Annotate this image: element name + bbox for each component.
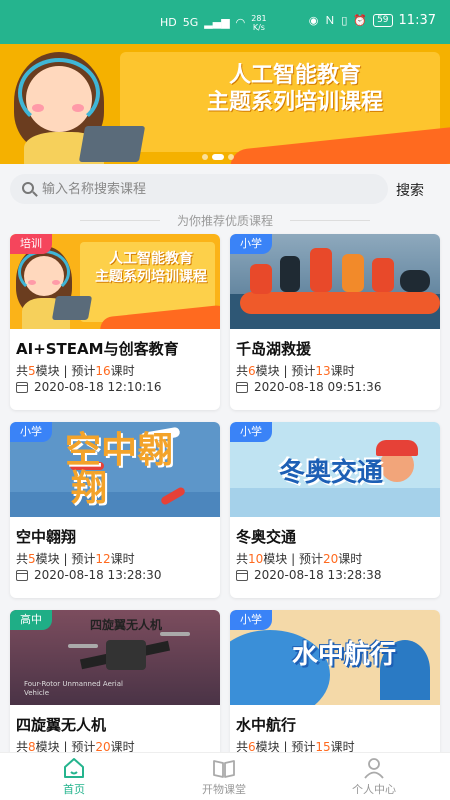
course-tag: 培训 — [10, 234, 52, 254]
banner-title-line1: 人工智能教育 — [228, 63, 361, 88]
course-name: 水中航行 — [236, 716, 297, 734]
book-icon — [213, 760, 235, 778]
course-tag: 小学 — [230, 234, 272, 254]
carousel-dots — [202, 154, 234, 160]
course-tag: 高中 — [10, 610, 52, 630]
course-tag: 小学 — [230, 610, 272, 630]
vibrate-icon: ▯ — [341, 13, 348, 27]
course-date: 2020-08-18 13:28:38 — [236, 568, 381, 582]
course-tag: 小学 — [10, 422, 52, 442]
calendar-icon — [236, 569, 248, 581]
course-date-text: 2020-08-18 13:28:38 — [254, 568, 382, 582]
course-name: 千岛湖救援 — [236, 340, 312, 358]
thumb-text-line2: 主题系列培训课程 — [95, 269, 207, 285]
thumb-text-line1: 人工智能教育 — [109, 251, 193, 267]
course-meta: 共6模块 | 预计13课时 — [236, 364, 355, 378]
course-name: 空中翱翔 — [16, 528, 77, 546]
course-date: 2020-08-18 13:28:30 — [16, 568, 161, 582]
eye-icon: ◉ — [308, 13, 319, 27]
course-tag: 小学 — [230, 422, 272, 442]
hour-count: 16 — [95, 364, 111, 378]
battery-icon: 59 — [373, 14, 393, 27]
hour-count: 20 — [323, 552, 339, 566]
course-date: 2020-08-18 12:10:16 — [16, 380, 161, 394]
person-icon — [364, 758, 384, 779]
search-icon — [22, 182, 34, 194]
module-count: 5 — [28, 364, 36, 378]
course-meta: 共5模块 | 预计12课时 — [16, 552, 135, 566]
hd-indicator: HD — [160, 16, 177, 29]
thumb-text-line1: 空中翱 — [64, 430, 173, 471]
thumb-text-line2: 翔 — [70, 468, 107, 509]
course-name: 冬奥交通 — [236, 528, 297, 546]
course-meta: 共5模块 | 预计16课时 — [16, 364, 135, 378]
bottom-nav: 首页 开物课堂 个人中心 — [0, 752, 450, 800]
module-count: 6 — [248, 364, 256, 378]
course-card[interactable]: 人工智能教育 主题系列培训课程 培训 AI+STEAM与创客教育 共5模块 | … — [10, 234, 220, 410]
module-count: 10 — [248, 552, 264, 566]
course-card[interactable]: 空中翱 翔 小学 空中翱翔 共5模块 | 预计12课时 2020-08-18 1… — [10, 422, 220, 598]
nav-profile[interactable]: 个人中心 — [324, 757, 424, 797]
carousel-dot[interactable] — [202, 154, 208, 160]
course-meta: 共10模块 | 预计20课时 — [236, 552, 363, 566]
banner-title: 人工智能教育 主题系列培训课程 — [150, 62, 440, 116]
banner-girl-illustration — [4, 52, 146, 164]
calendar-icon — [236, 381, 248, 393]
hour-count: 12 — [95, 552, 111, 566]
banner-carousel[interactable]: 人工智能教育 主题系列培训课程 — [0, 44, 450, 164]
nav-home[interactable]: 首页 — [24, 757, 124, 797]
clock: 11:37 — [398, 13, 436, 28]
speed-value: 281 — [251, 14, 267, 23]
calendar-icon — [16, 569, 28, 581]
status-bar: HD 5G ▂▄▆ ◠ 281 K/s ◉ Ｎ ▯ ⏰ 59 11:37 — [0, 0, 450, 44]
module-count: 5 — [28, 552, 36, 566]
banner-title-line2: 主题系列培训课程 — [206, 90, 383, 115]
home-icon — [64, 758, 84, 778]
search-input[interactable] — [42, 174, 382, 204]
course-date-text: 2020-08-18 12:10:16 — [34, 380, 162, 394]
section-title: 为你推荐优质课程 — [0, 212, 450, 229]
status-left: HD 5G ▂▄▆ ◠ 281 K/s — [160, 14, 267, 32]
course-name: 四旋翼无人机 — [16, 716, 107, 734]
course-date-text: 2020-08-18 09:51:36 — [254, 380, 382, 394]
course-date: 2020-08-18 09:51:36 — [236, 380, 381, 394]
nav-home-label: 首页 — [63, 783, 85, 796]
course-card[interactable]: 冬奥交通 小学 冬奥交通 共10模块 | 预计20课时 2020-08-18 1… — [230, 422, 440, 598]
wifi-icon: ◠ — [235, 16, 246, 29]
carousel-dot-active[interactable] — [212, 154, 224, 160]
speed-unit: K/s — [252, 23, 265, 32]
status-right: ◉ Ｎ ▯ ⏰ 59 11:37 — [309, 13, 436, 28]
nav-classroom[interactable]: 开物课堂 — [174, 757, 274, 797]
network-speed: 281 K/s — [251, 14, 266, 32]
thumb-text-line1: 水中航行 — [291, 640, 396, 670]
search-button[interactable]: 搜索 — [396, 180, 424, 200]
calendar-icon — [16, 381, 28, 393]
course-name: AI+STEAM与创客教育 — [16, 340, 179, 358]
course-card[interactable]: 小学 千岛湖救援 共6模块 | 预计13课时 2020-08-18 09:51:… — [230, 234, 440, 410]
thumb-text-line1: 四旋翼无人机 — [90, 618, 163, 632]
carousel-dot[interactable] — [228, 154, 234, 160]
nav-profile-label: 个人中心 — [352, 783, 396, 796]
thumb-text-line1: 冬奥交通 — [278, 458, 383, 488]
alarm-icon: ⏰ — [353, 13, 368, 27]
search-bar — [10, 174, 388, 204]
hour-count: 13 — [315, 364, 331, 378]
signal-icon: 5G — [182, 16, 199, 29]
nav-classroom-label: 开物课堂 — [202, 783, 246, 796]
signal-bars-icon: ▂▄▆ — [204, 16, 230, 29]
course-date-text: 2020-08-18 13:28:30 — [34, 568, 162, 582]
thumb-text-line2: Four-Rotor Unmanned Aerial Vehicle — [24, 680, 123, 697]
nfc-icon: Ｎ — [324, 13, 336, 27]
